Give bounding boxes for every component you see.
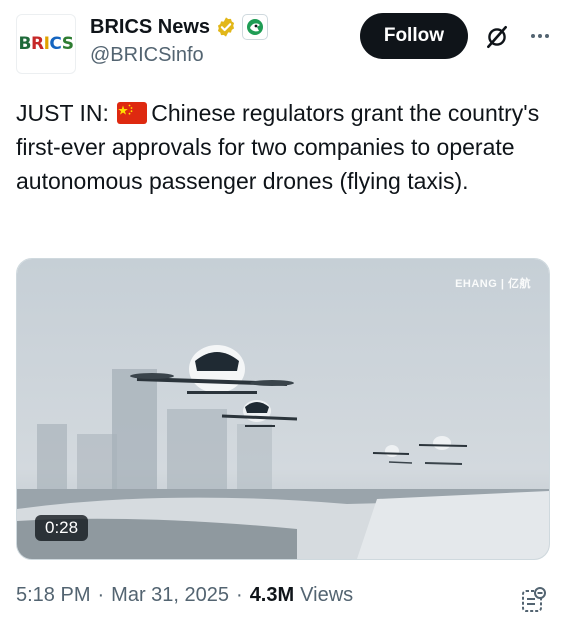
views-label: Views (300, 584, 354, 606)
brics-affiliate-icon[interactable] (242, 14, 269, 40)
tweet-meta: 5:18 PM · Mar 31, 2025 · 4.3M Views (16, 584, 353, 607)
tweet-header: BRICS BRICS News @BRICSinfo Follow (16, 12, 552, 74)
avatar-logo: BRICS (18, 34, 74, 54)
views-count: 4.3M (249, 584, 295, 606)
video-player[interactable]: EHANG | 亿航 0:28 (16, 258, 550, 560)
china-flag-icon (117, 102, 148, 124)
grok-icon[interactable] (484, 24, 510, 50)
more-options-icon[interactable] (528, 24, 552, 48)
avatar[interactable]: BRICS (16, 14, 76, 74)
tweet-text-prefix: JUST IN: (16, 100, 116, 126)
tweet-text: JUST IN: Chinese regulators grant the co… (16, 96, 546, 198)
gold-check-icon[interactable] (215, 16, 237, 38)
meta-separator: · (236, 584, 243, 606)
meta-separator: · (97, 584, 105, 606)
video-frame (17, 259, 549, 559)
tweet-date[interactable]: Mar 31, 2025 (111, 584, 229, 607)
community-note-icon[interactable] (520, 586, 548, 614)
video-duration: 0:28 (35, 515, 89, 541)
display-name[interactable]: BRICS News (90, 16, 210, 39)
follow-button[interactable]: Follow (359, 13, 468, 59)
video-watermark: EHANG | 亿航 (455, 278, 531, 290)
author-handle[interactable]: @BRICSinfo (90, 44, 268, 67)
tweet-time[interactable]: 5:18 PM (16, 584, 90, 607)
author-names: BRICS News @BRICSinfo (90, 14, 269, 67)
